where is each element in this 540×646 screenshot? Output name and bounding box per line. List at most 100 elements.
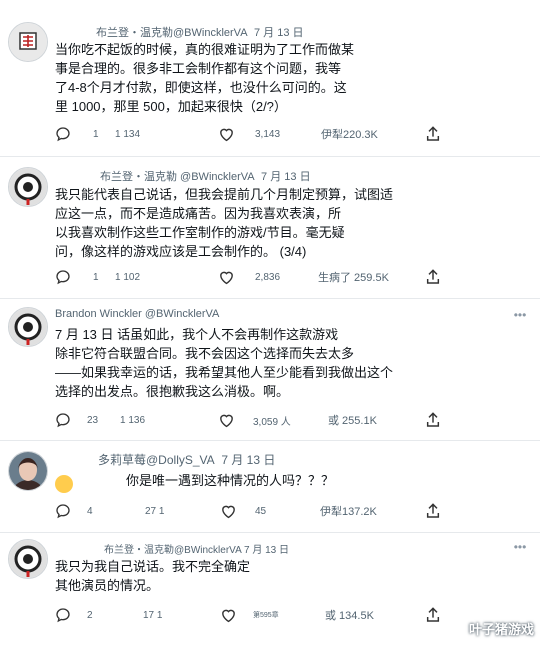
repost-button[interactable]: 1 136 (120, 409, 145, 431)
reply-button[interactable]: 4 (55, 500, 93, 522)
views-count: 伊犁137.2K (320, 506, 377, 518)
action-bar: 23 1 136 3,059 人 或 255.1K (55, 409, 455, 431)
like-icon (222, 505, 235, 519)
post-date[interactable]: 7 月 13 日 (221, 453, 275, 467)
post-text: 你是唯一遇到这种情况的人吗？？？ (126, 471, 426, 490)
share-icon (426, 412, 440, 427)
share-icon (426, 269, 440, 284)
reply-icon (56, 504, 70, 519)
post-2[interactable]: 布兰登・温克勒 @BWincklerVA 7 月 13 日 我只能代表自己说话，… (0, 157, 540, 297)
repost-button[interactable]: 17 1 (143, 604, 162, 626)
reply-icon (56, 127, 70, 142)
action-bar: 4 27 1 45 伊犁137.2K (55, 500, 455, 522)
like-button[interactable]: 2,836 (218, 266, 280, 288)
views-count: 或 255.1K (328, 415, 377, 427)
share-button[interactable] (425, 123, 441, 145)
post-3[interactable]: Brandon Winckler @BWincklerVA ••• 7 月 13… (0, 299, 540, 439)
text-line: 了4-8个月才付款，即使这样，也没什么可问的。这 (55, 80, 347, 95)
share-button[interactable] (425, 409, 441, 431)
avatar-icon (9, 540, 47, 578)
like-button[interactable]: 第595章 (220, 604, 279, 626)
views-count: 伊犁220.3K (321, 129, 378, 141)
like-count: 3,143 (255, 128, 281, 140)
author-name[interactable]: Brandon Winckler @BWincklerVA (55, 308, 219, 320)
like-button[interactable]: 3,143 (218, 123, 280, 145)
post-text: 我只为我自己说话。我不完全确定 其他演员的情况。 (55, 557, 505, 595)
more-button[interactable]: ••• (512, 307, 528, 323)
views-button[interactable]: 伊犁137.2K (320, 500, 377, 522)
reply-icon (56, 270, 70, 285)
reply-button[interactable]: 2 (55, 604, 93, 626)
text-line: 除非它符合联盟合同。我不会因这个选择而失去太多 (55, 346, 355, 361)
author-name[interactable]: 多莉草莓@DollyS_VA (98, 453, 214, 467)
share-icon (426, 607, 440, 622)
text-line: 选择的出发点。很抱歉我这么消极。啊。 (55, 384, 290, 399)
repost-count: 27 1 (145, 505, 165, 517)
author-name[interactable]: 布兰登・温克勒@BWincklerVA (96, 27, 247, 39)
avatar[interactable] (8, 307, 48, 347)
action-bar: 1 1 134 3,143 伊犁220.3K (55, 123, 455, 145)
views-button[interactable]: 或 134.5K (325, 604, 374, 626)
like-button[interactable]: 45 (220, 500, 266, 522)
like-button[interactable]: 3,059 人 (218, 409, 291, 431)
post-text: 当你吃不起饭的时候，真的很难证明为了工作而做某 事是合理的。很多非工会制作都有这… (55, 40, 505, 116)
text-line: 事是合理的。很多非工会制作都有这个问题，我等 (55, 61, 342, 76)
reply-count: 4 (87, 505, 93, 517)
like-count: 3,059 人 (253, 416, 291, 428)
reply-button[interactable]: 1 (55, 123, 99, 145)
post-header: 布兰登・温克勒@BWincklerVA 7 月 13 日 (96, 24, 304, 40)
share-button[interactable] (425, 604, 441, 626)
post-header: Brandon Winckler @BWincklerVA (55, 308, 219, 320)
emoji-icon (55, 475, 73, 493)
avatar-icon (9, 23, 47, 61)
more-icon: ••• (513, 308, 527, 322)
more-icon: ••• (513, 540, 527, 554)
post-header: 多莉草莓@DollyS_VA 7 月 13 日 (98, 451, 275, 468)
views-button[interactable]: 伊犁220.3K (321, 123, 378, 145)
reply-button[interactable]: 23 (55, 409, 98, 431)
like-count: 2,836 (255, 271, 281, 283)
text-line: 里 1000，那里 500，加起来很快（2/?） (55, 99, 287, 114)
post-text: 7 月 13 日 话虽如此，我个人不会再制作这款游戏 除非它符合联盟合同。我不会… (55, 325, 505, 401)
post-date[interactable]: 7 月 13 日 (254, 27, 304, 39)
views-button[interactable]: 或 255.1K (328, 409, 377, 431)
text-line: 当你吃不起饭的时候，真的很难证明为了工作而做某 (55, 42, 355, 57)
action-bar: 1 1 102 2,836 生病了 259.5K (55, 266, 455, 288)
watermark: 叶子猪游戏 (468, 622, 534, 637)
reply-icon (56, 608, 70, 623)
author-name[interactable]: 布兰登・温克勒 @BWincklerVA (100, 171, 254, 183)
repost-button[interactable]: 1 134 (115, 123, 140, 145)
text-line: 我只能代表自己说话，但我会提前几个月制定预算，试图适 (55, 187, 394, 202)
share-icon (426, 503, 440, 518)
repost-count: 1 102 (115, 271, 141, 283)
post-5[interactable]: 布兰登・温克勒@BWincklerVA 7 月 13 日 ••• 我只为我自己说… (0, 533, 540, 646)
avatar[interactable] (8, 539, 48, 579)
repost-button[interactable]: 1 102 (115, 266, 140, 288)
author-name[interactable]: 布兰登・温克勒@BWincklerVA (104, 545, 241, 556)
like-icon (220, 128, 233, 142)
views-button[interactable]: 生病了 259.5K (318, 266, 389, 288)
reply-count: 2 (87, 609, 93, 621)
share-button[interactable] (425, 266, 441, 288)
repost-button[interactable]: 27 1 (145, 500, 164, 522)
reply-button[interactable]: 1 (55, 266, 99, 288)
share-button[interactable] (425, 500, 441, 522)
avatar[interactable] (8, 22, 48, 62)
action-bar: 2 17 1 第595章 或 134.5K (55, 604, 455, 626)
text-line: 7 月 13 日 话虽如此，我个人不会再制作这款游戏 (55, 327, 339, 342)
avatar[interactable] (8, 167, 48, 207)
share-icon (426, 126, 440, 141)
avatar-icon (9, 308, 47, 346)
reply-icon (56, 413, 70, 428)
more-button[interactable]: ••• (512, 539, 528, 555)
views-count: 生病了 259.5K (318, 272, 389, 284)
like-count: 第595章 (253, 612, 279, 619)
post-1[interactable]: 布兰登・温克勒@BWincklerVA 7 月 13 日 当你吃不起饭的时候，真… (0, 0, 540, 155)
post-date[interactable]: 7 月 13 日 (244, 545, 289, 556)
avatar[interactable] (8, 451, 48, 491)
avatar-icon (9, 168, 47, 206)
text-line: 应这一点，而不是造成痛苦。因为我喜欢表演，所 (55, 206, 342, 221)
post-4[interactable]: 多莉草莓@DollyS_VA 7 月 13 日 你是唯一遇到这种情况的人吗？？？… (0, 441, 540, 531)
post-date[interactable]: 7 月 13 日 (261, 171, 311, 183)
reply-count: 1 (93, 271, 99, 283)
